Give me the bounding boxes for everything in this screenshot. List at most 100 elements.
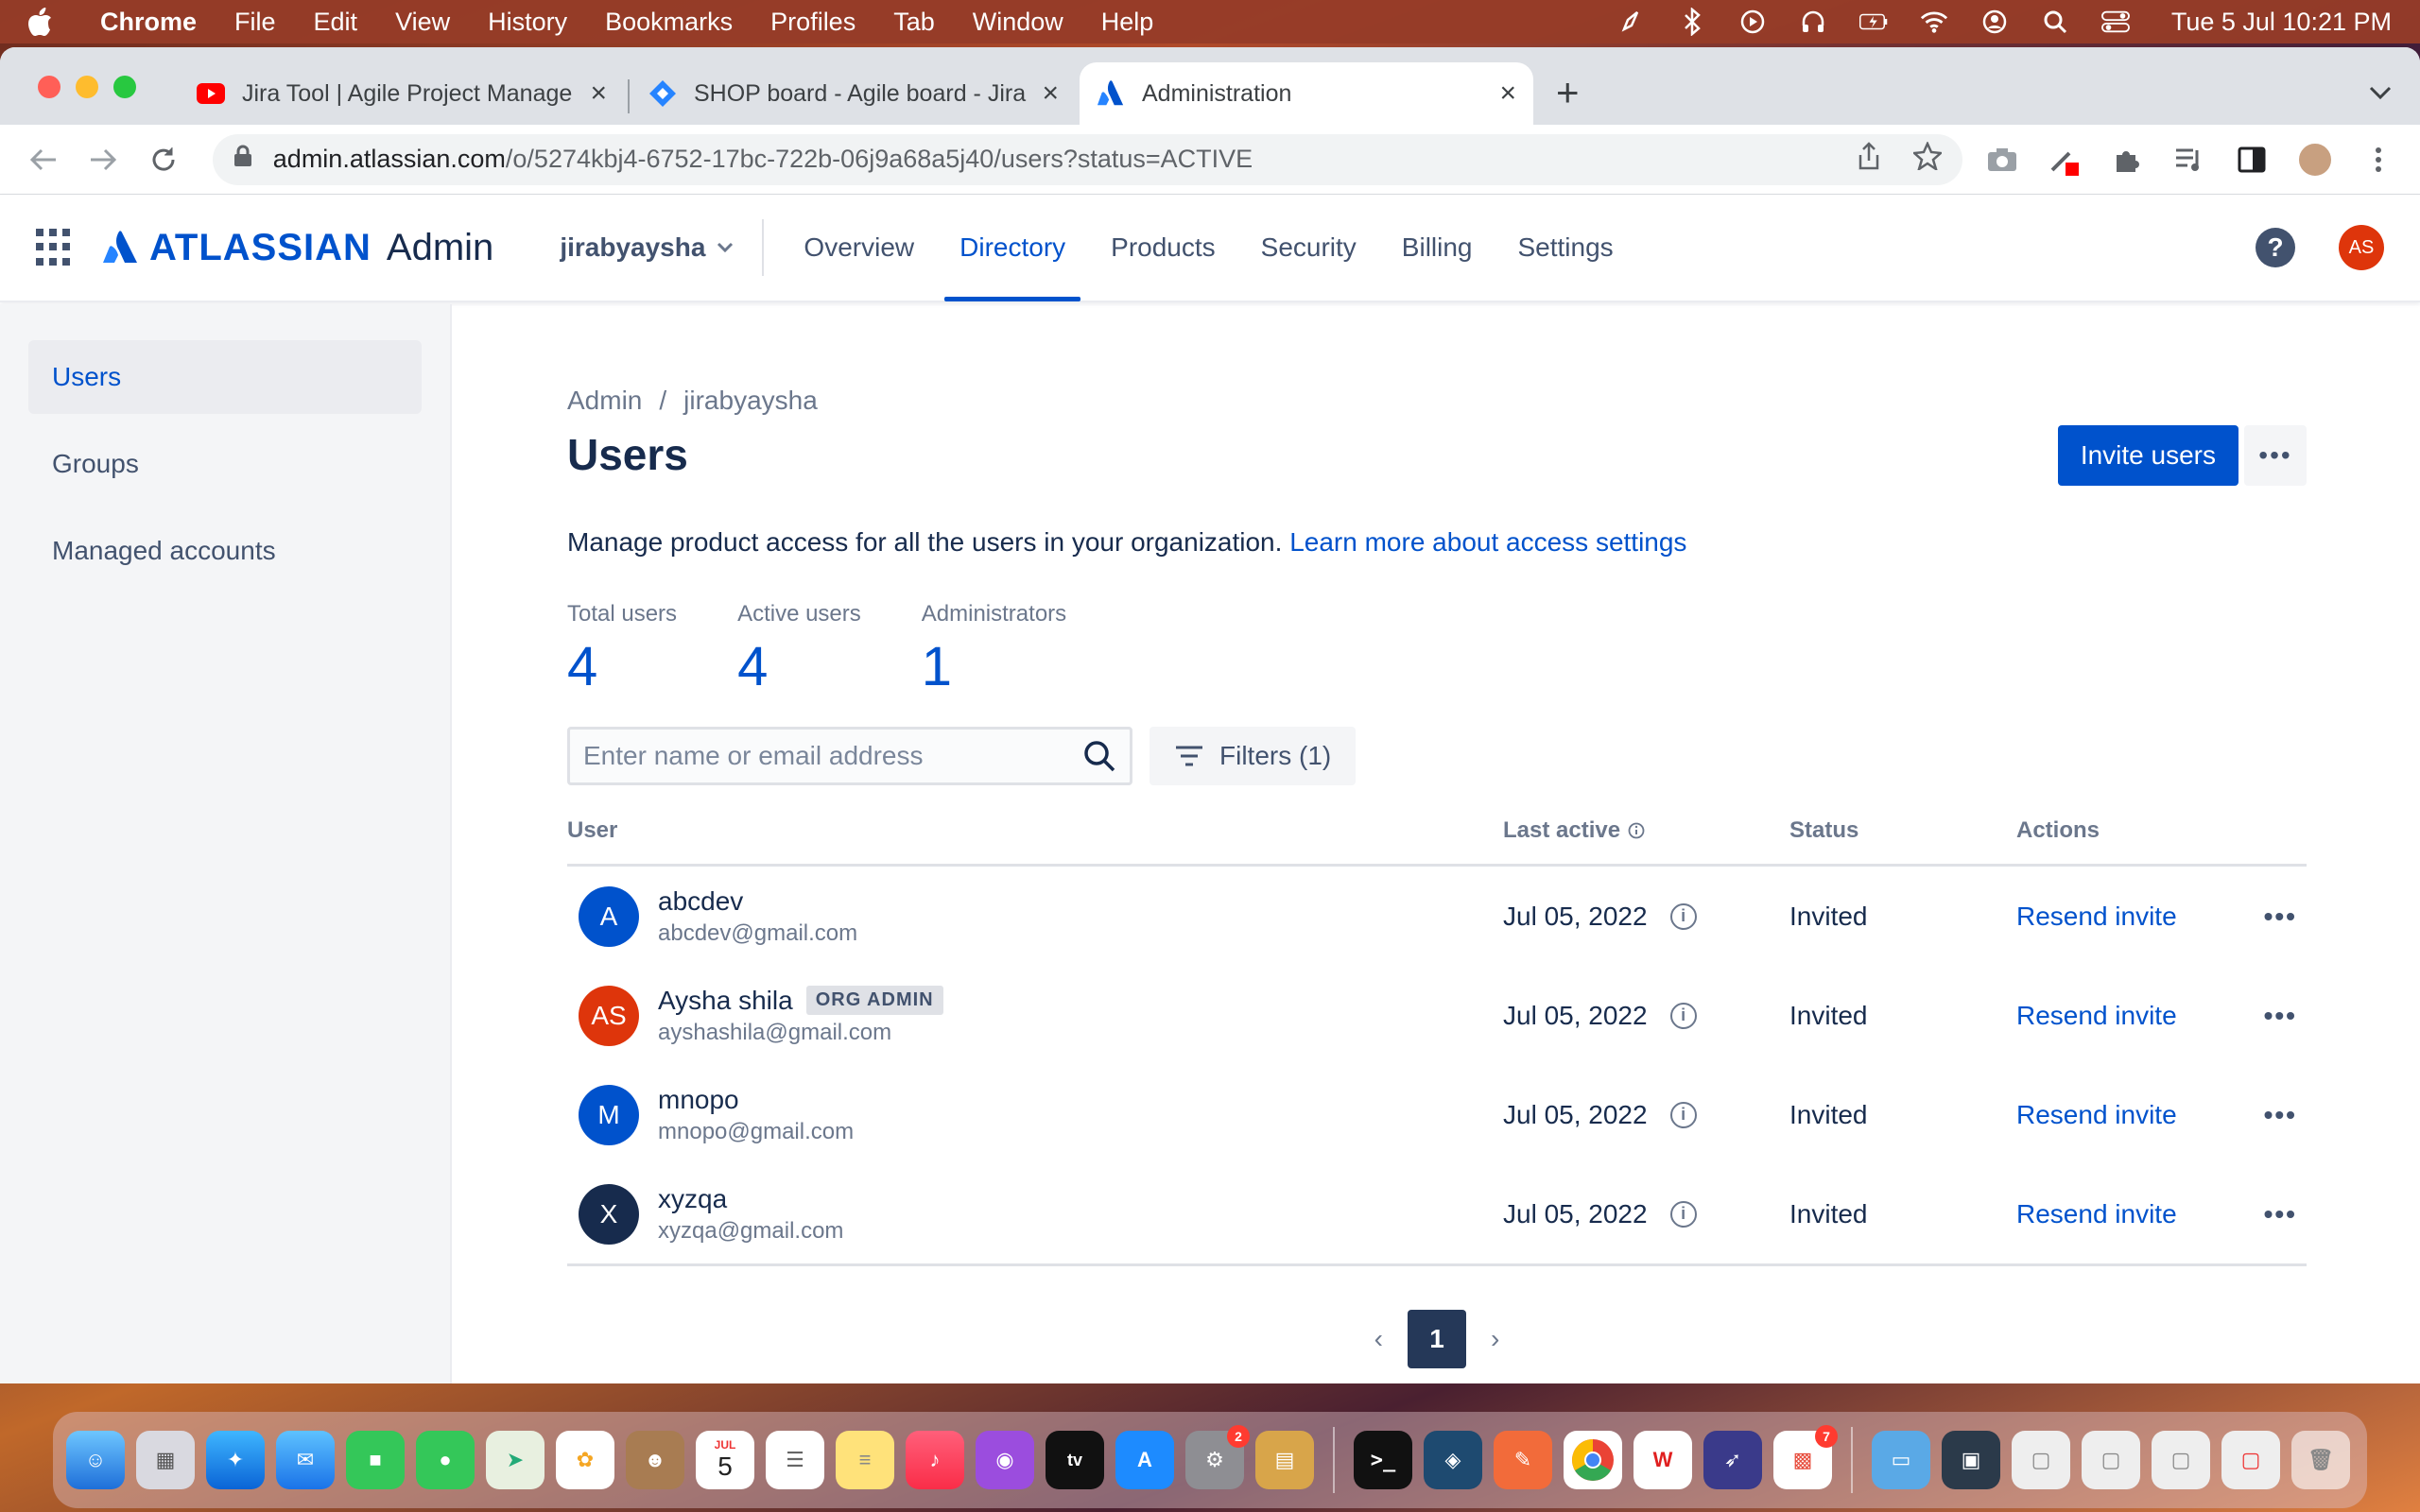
zoom-window-button[interactable] (113, 76, 136, 98)
resend-invite-link[interactable]: Resend invite (2016, 1199, 2177, 1229)
nav-billing[interactable]: Billing (1379, 194, 1495, 301)
window-thumbnail-icon[interactable]: ▣ (1942, 1431, 2000, 1489)
learn-more-link[interactable]: Learn more about access settings (1289, 527, 1686, 557)
info-icon[interactable]: i (1669, 1200, 1697, 1228)
tab-shop-board[interactable]: SHOP board - Agile board - Jira × (631, 62, 1076, 125)
puzzle-extensions-icon[interactable] (2110, 143, 2144, 177)
menu-history[interactable]: History (488, 8, 567, 37)
resend-invite-link[interactable]: Resend invite (2016, 902, 2177, 932)
resend-invite-link[interactable]: Resend invite (2016, 1001, 2177, 1031)
notes-icon[interactable]: ≡ (836, 1431, 894, 1489)
window-thumbnail-icon[interactable]: ▢ (2082, 1431, 2140, 1489)
menu-bookmarks[interactable]: Bookmarks (605, 8, 733, 37)
sidebar-item-groups[interactable]: Groups (28, 427, 422, 501)
terminal-icon[interactable]: >_ (1354, 1431, 1412, 1489)
user-name[interactable]: mnopo (658, 1085, 854, 1115)
eyedropper-extension-icon[interactable] (2048, 143, 2082, 177)
app-switcher-grid-icon[interactable] (36, 229, 74, 266)
avatar[interactable]: AS (579, 985, 639, 1046)
clock[interactable]: Tue 5 Jul 10:21 PM (2171, 8, 2392, 37)
calendar-icon[interactable]: JUL 5 (696, 1431, 754, 1489)
nav-overview[interactable]: Overview (781, 194, 937, 301)
spotlight-search-icon[interactable] (2041, 8, 2069, 36)
new-tab-button[interactable]: + (1556, 70, 1580, 115)
window-thumbnail-icon[interactable]: ▢ (2152, 1431, 2210, 1489)
camera-icon[interactable] (1985, 143, 2019, 177)
reminders-icon[interactable]: ☰ (766, 1431, 824, 1489)
previous-page-chevron-icon[interactable]: ‹ (1374, 1324, 1383, 1354)
side-panel-icon[interactable] (2235, 143, 2269, 177)
bookmark-star-icon[interactable] (1911, 140, 1945, 177)
close-tab-icon[interactable]: × (1042, 77, 1059, 110)
avatar[interactable]: A (579, 885, 639, 947)
contacts-icon[interactable]: ☻ (626, 1431, 684, 1489)
minimize-window-button[interactable] (76, 76, 98, 98)
media-queue-icon[interactable] (2172, 143, 2206, 177)
user-avatar[interactable]: AS (2339, 225, 2384, 270)
menu-help[interactable]: Help (1101, 8, 1154, 37)
wps-office-icon[interactable]: W (1634, 1431, 1692, 1489)
window-thumbnail-icon[interactable]: ▢ (2221, 1431, 2280, 1489)
mysql-workbench-icon[interactable]: ◈ (1424, 1431, 1482, 1489)
maps-icon[interactable]: ➤ (486, 1431, 544, 1489)
chrome-dock-icon[interactable] (1564, 1431, 1622, 1489)
atlassian-admin-logo[interactable]: ATLASSIAN Admin (102, 227, 493, 269)
photos-icon[interactable]: ✿ (556, 1431, 614, 1489)
facetime-icon[interactable]: ■ (346, 1431, 405, 1489)
battery-icon[interactable] (1858, 8, 1888, 36)
avatar[interactable]: M (579, 1084, 639, 1145)
address-bar[interactable]: admin.atlassian.com/o/5274kbj4-6752-17bc… (212, 133, 1963, 185)
music-icon[interactable]: ♪ (906, 1431, 964, 1489)
org-site-switcher[interactable]: jirabyaysha (560, 219, 765, 276)
tab-jira-tool[interactable]: Jira Tool | Agile Project Manage × (180, 62, 624, 125)
podcasts-icon[interactable]: ◉ (976, 1431, 1034, 1489)
menu-tab[interactable]: Tab (893, 8, 935, 37)
resend-invite-link[interactable]: Resend invite (2016, 1100, 2177, 1130)
sidebar-item-managed-accounts[interactable]: Managed accounts (28, 514, 422, 588)
wifi-icon[interactable] (1920, 8, 1948, 36)
nav-security[interactable]: Security (1238, 194, 1379, 301)
info-icon[interactable]: i (1669, 902, 1697, 930)
control-center-icon[interactable] (2100, 8, 2130, 36)
rocket-icon[interactable] (1617, 8, 1646, 36)
chrome-profile-avatar[interactable] (2297, 141, 2334, 178)
close-tab-icon[interactable]: × (590, 77, 607, 110)
forward-arrow-icon[interactable] (85, 141, 123, 179)
info-icon[interactable]: i (1669, 1101, 1697, 1128)
row-more-icon[interactable]: ••• (2264, 1199, 2297, 1229)
row-more-icon[interactable]: ••• (2264, 1001, 2297, 1031)
header-user[interactable]: User (567, 817, 1503, 844)
back-arrow-icon[interactable] (25, 141, 62, 179)
nav-products[interactable]: Products (1088, 194, 1238, 301)
mail-icon[interactable]: ✉ (276, 1431, 335, 1489)
postman-icon[interactable]: ✎ (1494, 1431, 1552, 1489)
app-name-menu[interactable]: Chrome (100, 8, 197, 37)
menu-window[interactable]: Window (973, 8, 1063, 37)
close-window-button[interactable] (38, 76, 60, 98)
avatar[interactable]: X (579, 1183, 639, 1245)
nav-directory[interactable]: Directory (937, 194, 1088, 301)
headphones-icon[interactable] (1799, 8, 1827, 36)
play-icon[interactable] (1738, 8, 1767, 36)
breadcrumb-admin[interactable]: Admin (567, 386, 642, 416)
search-input[interactable] (583, 741, 1082, 771)
sidebar-item-users[interactable]: Users (28, 340, 422, 414)
row-more-icon[interactable]: ••• (2264, 902, 2297, 932)
menu-edit[interactable]: Edit (314, 8, 358, 37)
trash-icon[interactable]: 🗑 (2291, 1431, 2350, 1489)
finder-icon[interactable]: ☺ (66, 1431, 125, 1489)
header-last-active[interactable]: Last active (1503, 817, 1789, 844)
help-icon[interactable]: ? (2256, 228, 2295, 267)
filters-button[interactable]: Filters (1) (1150, 727, 1357, 785)
reload-icon[interactable] (145, 141, 182, 179)
tab-search-chevron-icon[interactable] (2369, 76, 2392, 108)
chrome-menu-icon[interactable] (2361, 143, 2395, 177)
row-more-icon[interactable]: ••• (2264, 1100, 2297, 1130)
next-page-chevron-icon[interactable]: › (1491, 1324, 1499, 1354)
archive-utility-icon[interactable]: ▤ (1255, 1431, 1314, 1489)
apple-tv-icon[interactable]: tv (1046, 1431, 1104, 1489)
page-number-current[interactable]: 1 (1408, 1310, 1466, 1368)
downloads-folder-icon[interactable]: ▭ (1872, 1431, 1930, 1489)
search-icon[interactable] (1082, 739, 1116, 773)
info-icon[interactable]: i (1669, 1002, 1697, 1029)
